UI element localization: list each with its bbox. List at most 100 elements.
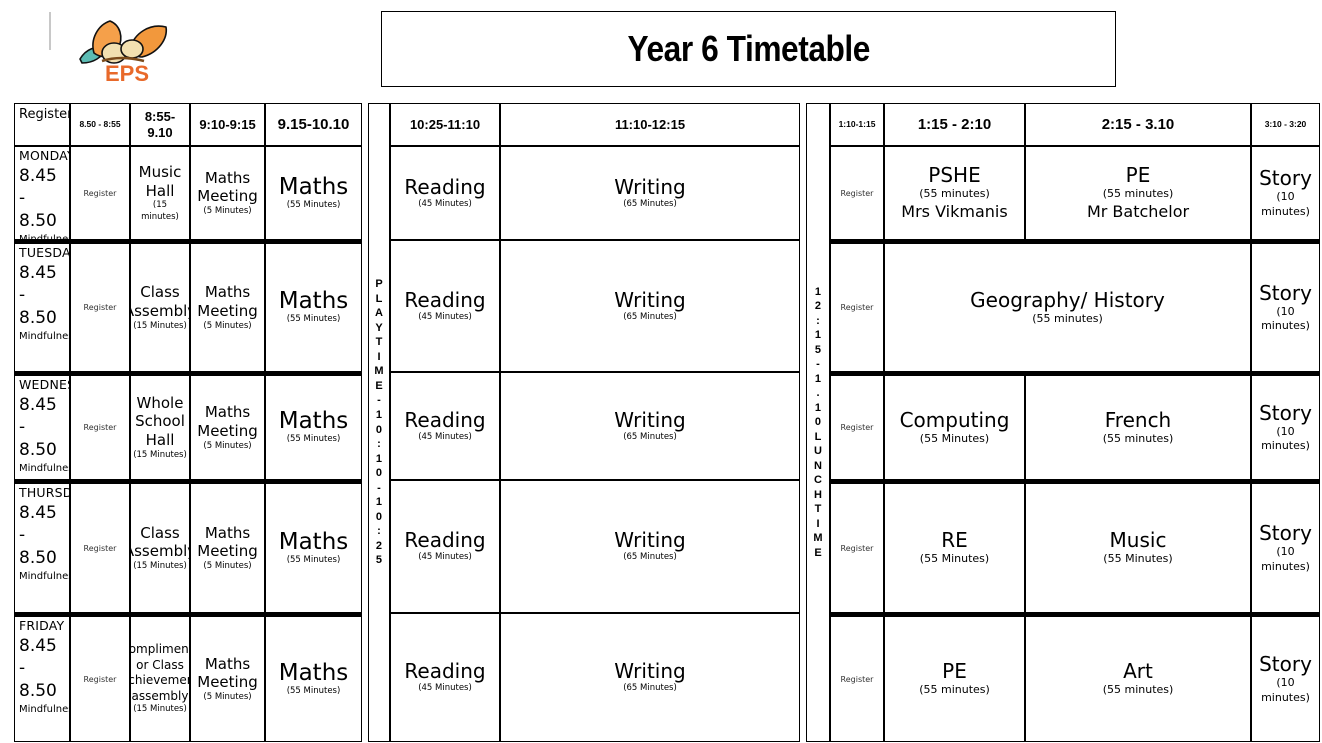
lesson-duration: (65 Minutes) xyxy=(623,198,677,209)
lesson-cell-0-slot2: Music Hall (15 minutes) xyxy=(130,146,190,240)
lesson-cell-1-slot3: Maths Meeting (5 Minutes) xyxy=(190,240,265,372)
story-subject: Story xyxy=(1259,166,1312,191)
lesson-duration: (65 Minutes) xyxy=(623,552,677,563)
day-name: FRIDAY xyxy=(19,618,65,633)
lesson-duration: (55 Minutes) xyxy=(919,431,990,445)
lesson-subject: Writing xyxy=(614,659,686,684)
header-label: 3:10 - 3:20 xyxy=(1264,119,1307,130)
story-duration: (10 minutes) xyxy=(1261,545,1310,573)
header-label: 9.15-10.10 xyxy=(277,115,350,133)
reading-cell-0: Reading (45 Minutes) xyxy=(390,146,500,240)
story-cell-1: Story (10 minutes) xyxy=(1251,240,1320,372)
lesson-subject: Reading xyxy=(404,659,486,684)
lesson-duration: (5 Minutes) xyxy=(203,561,252,572)
logo-wordmark: EPS xyxy=(105,61,149,85)
header-915-1010: 9.15-10.10 xyxy=(265,103,362,146)
header-label: 2:15 - 3.10 xyxy=(1101,115,1175,133)
lesson-duration: (55 Minutes) xyxy=(286,199,341,210)
day-name: WEDNESDAY xyxy=(19,377,69,392)
header-910-915: 9:10-9:15 xyxy=(190,103,265,146)
reading-cell-1: Reading (45 Minutes) xyxy=(390,240,500,372)
lesson-duration: (55 Minutes) xyxy=(919,552,990,566)
story-duration: (10 minutes) xyxy=(1261,424,1310,452)
lesson-subject: Music Hall xyxy=(138,162,182,200)
day-mindfulness-note: Mindfulness xyxy=(19,463,69,475)
lesson-duration: (55 minutes) xyxy=(1102,683,1174,697)
lesson-cell-3-slot4: Maths (55 Minutes) xyxy=(265,480,362,613)
register-cell-afternoon-3: Register xyxy=(830,480,884,613)
lesson-duration: (55 minutes) xyxy=(919,683,990,697)
register-cell-morning-3: Register xyxy=(70,480,130,613)
lesson-subject: Maths xyxy=(278,173,349,200)
header-divider-rule xyxy=(49,12,51,50)
lesson-cell-4-slot2: Compliments or Class achievement assembl… xyxy=(130,613,190,742)
lesson-subject: PE xyxy=(1125,163,1151,188)
lesson-subject: Reading xyxy=(404,407,486,432)
lesson-cell-1-slot4: Maths (55 Minutes) xyxy=(265,240,362,372)
register-label: Register xyxy=(83,303,117,312)
header-label: 11:10-12:15 xyxy=(614,116,686,132)
story-duration: (10 minutes) xyxy=(1261,304,1310,332)
lesson-duration: (15 minutes) xyxy=(141,200,179,222)
page-title: Year 6 Timetable xyxy=(627,28,870,69)
register-cell-morning-0: Register xyxy=(70,146,130,240)
lesson-subject: PE xyxy=(942,659,967,684)
lesson-cell-2-afternoon-slot1: Computing (55 Minutes) xyxy=(884,372,1025,480)
reading-cell-4: Reading (45 Minutes) xyxy=(390,613,500,742)
story-cell-3: Story (10 minutes) xyxy=(1251,480,1320,613)
lesson-duration: (5 Minutes) xyxy=(203,206,252,217)
day-registration-time: 8.45 - 8.50 xyxy=(19,635,57,702)
writing-cell-0: Writing (65 Minutes) xyxy=(500,146,800,240)
header-label: 8.50 - 8:55 xyxy=(79,119,121,130)
lesson-cell-2-slot4: Maths (55 Minutes) xyxy=(265,372,362,480)
lesson-duration: (55 minutes) xyxy=(1102,431,1174,445)
writing-cell-3: Writing (65 Minutes) xyxy=(500,480,800,613)
lesson-duration: (45 Minutes) xyxy=(418,431,472,442)
header-850-855: 8.50 - 8:55 xyxy=(70,103,130,146)
day-cell-tuesday: TUESDAY 8.45 - 8.50 Mindfulness xyxy=(14,240,70,372)
lesson-subject: PSHE xyxy=(928,163,981,188)
lesson-subject: Writing xyxy=(614,407,686,432)
register-cell-morning-4: Register xyxy=(70,613,130,742)
page-header: EPS Year 6 Timetable xyxy=(0,0,1322,100)
register-label: Register xyxy=(83,543,117,553)
register-label: Register xyxy=(83,674,117,684)
lesson-subject: Writing xyxy=(614,287,686,312)
lesson-duration: (5 Minutes) xyxy=(203,440,252,451)
story-duration: (10 minutes) xyxy=(1261,676,1310,704)
lunchtime-label: 1 2 : 1 5 - 1 . 1 0 L U N C H T I M E xyxy=(813,285,823,559)
day-name: TUESDAY xyxy=(19,245,70,260)
day-mindfulness-note: Mindfulness xyxy=(19,571,69,583)
lesson-subject: Class Assembly xyxy=(131,283,189,320)
story-subject: Story xyxy=(1259,280,1312,305)
header-1110-1215: 11:10-12:15 xyxy=(500,103,800,146)
register-cell-afternoon-4: Register xyxy=(830,613,884,742)
day-name: MONDAY xyxy=(19,148,70,163)
lesson-subject: Maths Meeting xyxy=(197,168,258,206)
day-mindfulness-note: Mindfulness xyxy=(19,704,69,716)
register-label: Register xyxy=(840,674,874,684)
lunchtime-column: 1 2 : 1 5 - 1 . 1 0 L U N C H T I M E xyxy=(806,103,830,742)
lesson-subject: Maths xyxy=(278,528,349,555)
register-cell-afternoon-2: Register xyxy=(830,372,884,480)
lesson-cell-3-afternoon-slot2: Music (55 Minutes) xyxy=(1025,480,1251,613)
lesson-cell-0-slot4: Maths (55 Minutes) xyxy=(265,146,362,240)
playtime-column: P L A Y T I M E - 1 0 : 1 0 - 1 0 : 2 5 xyxy=(368,103,390,742)
lesson-subject: Whole School Hall xyxy=(135,393,185,450)
lesson-duration: (45 Minutes) xyxy=(418,311,472,322)
lesson-duration: (45 Minutes) xyxy=(418,552,472,563)
lesson-subject: Maths Meeting xyxy=(197,283,258,320)
lesson-cell-2-slot3: Maths Meeting (5 Minutes) xyxy=(190,372,265,480)
lesson-subject: Reading xyxy=(404,174,486,199)
story-subject: Story xyxy=(1259,521,1312,546)
lesson-subject: Maths Meeting xyxy=(197,523,258,561)
lesson-duration: (65 Minutes) xyxy=(623,431,677,442)
register-label: Register xyxy=(83,188,117,198)
register-cell-afternoon-1: Register xyxy=(830,240,884,372)
lesson-subject: Maths xyxy=(278,659,349,686)
lesson-duration: (15 Minutes) xyxy=(133,561,187,572)
lesson-cell-0-slot3: Maths Meeting (5 Minutes) xyxy=(190,146,265,240)
lesson-cell-3-afternoon-slot1: RE (55 Minutes) xyxy=(884,480,1025,613)
header-115-210: 1:15 - 2:10 xyxy=(884,103,1025,146)
lesson-subject: Maths xyxy=(278,288,349,315)
